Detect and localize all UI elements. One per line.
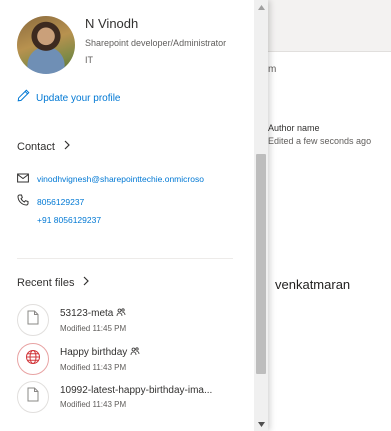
recent-file-item[interactable]: Happy birthday Modified 11:43 PM [17,341,245,377]
background-top-bar [268,0,391,52]
shared-icon [116,307,126,320]
chevron-right-icon [63,140,71,153]
file-modified-time: Modified 11:43 PM [60,362,127,372]
contact-header-label: Contact [17,140,55,153]
recent-files-header-label: Recent files [17,276,75,289]
email-link[interactable]: vinodhvignesh@sharepointtechie.onmicroso [37,174,204,184]
edited-status: Edited a few seconds ago [268,136,372,146]
alternate-phone-row: +91 8056129237 [17,215,101,225]
phone-icon [17,193,29,211]
profile-card: N Vinodh Sharepoint developer/Administra… [0,0,268,431]
file-title: 10992-latest-happy-birthday-ima... [60,385,213,396]
mail-icon [17,170,29,188]
recent-file-item[interactable]: 10992-latest-happy-birthday-ima... Modif… [17,379,245,415]
update-profile-link[interactable]: Update your profile [17,89,121,107]
shared-icon [130,346,140,359]
person-department: IT [85,55,93,65]
alternate-phone-link[interactable]: +91 8056129237 [37,215,101,225]
file-title: Happy birthday [60,347,128,358]
file-title: 53123-meta [60,308,114,319]
file-icon-circle [17,381,49,413]
file-icon-circle [17,304,49,336]
globe-icon [25,349,41,370]
file-icon-circle [17,343,49,375]
file-modified-time: Modified 11:43 PM [60,400,127,409]
phone-row: 8056129237 [17,193,84,211]
scrollbar-thumb[interactable] [256,154,266,374]
update-profile-label: Update your profile [36,92,121,104]
avatar[interactable] [17,16,75,74]
background-fragment-text: m [268,64,277,75]
section-divider [17,258,233,259]
file-modified-time: Modified 11:45 PM [60,323,127,333]
email-row: vinodhvignesh@sharepointtechie.onmicroso [17,170,204,188]
recent-file-item[interactable]: 53123-meta Modified 11:45 PM [17,302,245,338]
scroll-down-arrow-icon[interactable] [254,419,268,429]
pencil-icon [17,89,30,107]
contact-section-header[interactable]: Contact [17,140,71,153]
vertical-scrollbar[interactable] [254,0,268,431]
person-job-title: Sharepoint developer/Administrator [85,38,227,48]
document-icon [27,310,39,330]
scroll-up-arrow-icon[interactable] [254,2,268,12]
chevron-right-icon [82,276,90,289]
person-name: N Vinodh [85,16,139,31]
document-icon [27,387,39,407]
author-name-label: Author name [268,123,320,133]
phone-link[interactable]: 8056129237 [37,197,84,207]
background-name-text: venkatmaran [275,277,351,292]
recent-files-section-header[interactable]: Recent files [17,276,90,289]
